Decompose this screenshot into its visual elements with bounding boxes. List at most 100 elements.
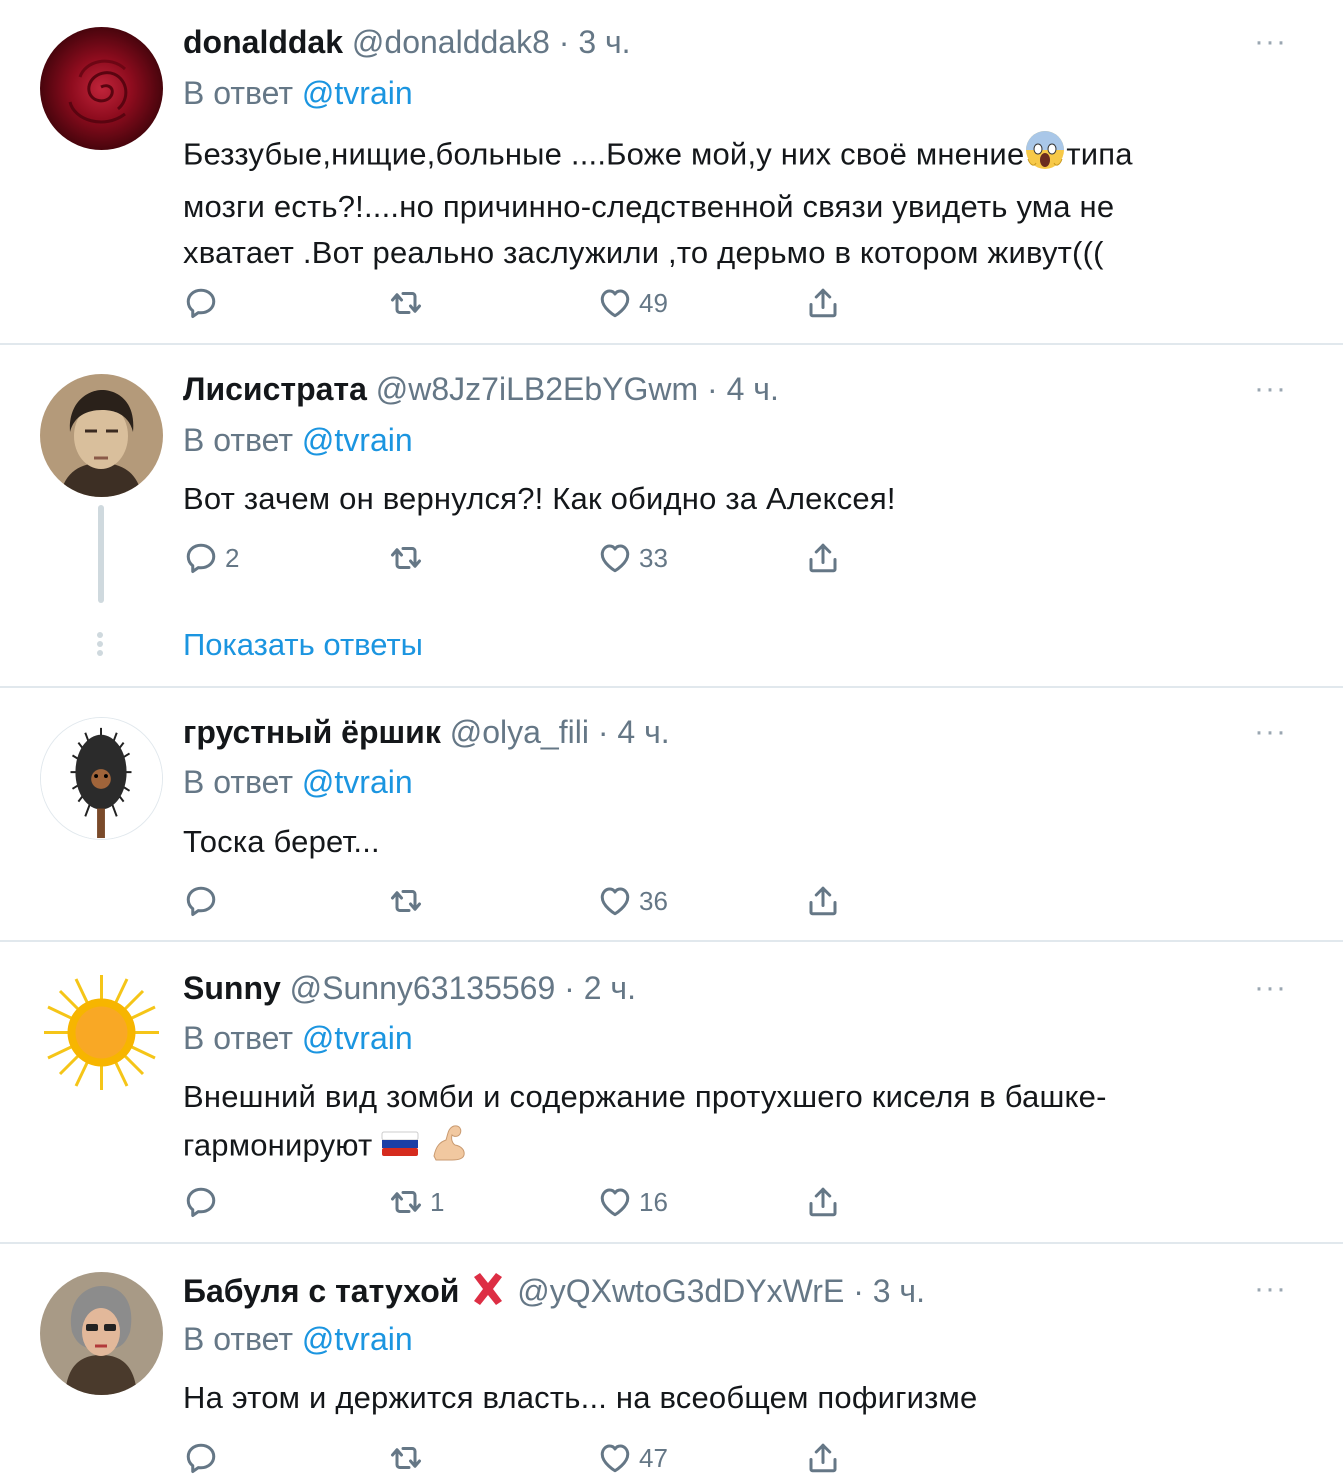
reply-button[interactable]: 2 xyxy=(183,538,239,578)
share-icon xyxy=(805,883,841,919)
share-button[interactable] xyxy=(805,1182,841,1222)
screaming-face-emoji-icon xyxy=(1024,129,1066,184)
tweet-text-line: хватает .Вот реально заслужили ,то дерьм… xyxy=(183,235,1104,270)
more-icon[interactable]: ··· xyxy=(1254,374,1287,404)
tweet-text: На этом и держится власть... на всеобщем… xyxy=(183,1380,978,1415)
tweet[interactable]: Лисистрата @w8Jz7iLB2EbYGwm · 4 ч. ··· В… xyxy=(0,345,1343,688)
reply-button[interactable] xyxy=(183,1438,225,1478)
more-icon[interactable]: ··· xyxy=(1254,973,1287,1003)
like-count: 47 xyxy=(639,1442,668,1473)
display-name[interactable]: Sunny xyxy=(183,970,281,1006)
timestamp[interactable]: 3 ч. xyxy=(578,24,630,60)
more-icon[interactable]: ··· xyxy=(1254,1274,1287,1304)
share-icon xyxy=(805,1184,841,1220)
user-handle[interactable]: @donalddak8 xyxy=(352,24,550,60)
reply-button[interactable] xyxy=(183,1182,225,1222)
more-icon[interactable]: ··· xyxy=(1254,717,1287,747)
russia-flag-emoji-icon xyxy=(381,1125,419,1171)
retweet-icon xyxy=(388,883,424,919)
reply-prefix: В ответ xyxy=(183,1020,294,1056)
separator-dot: · xyxy=(853,1272,864,1309)
display-name[interactable]: donalddak xyxy=(183,24,343,60)
brush-avatar-image xyxy=(41,718,162,839)
share-button[interactable] xyxy=(805,1438,841,1478)
reply-prefix: В ответ xyxy=(183,1321,294,1357)
retweet-button[interactable] xyxy=(388,881,430,921)
reply-mention[interactable]: @tvrain xyxy=(302,1321,413,1357)
like-count: 16 xyxy=(639,1186,668,1217)
share-button[interactable] xyxy=(805,881,841,921)
avatar[interactable] xyxy=(40,27,163,150)
retweet-button[interactable] xyxy=(388,1438,430,1478)
tweet-text: Тоска берет... xyxy=(183,824,380,859)
tweet-actions: 47 xyxy=(183,1438,863,1478)
tweet[interactable]: donalddak @donalddak8 · 3 ч. ··· В ответ… xyxy=(0,0,1343,345)
tweet[interactable]: Бабуля с татухой @yQXwtoG3dDYxWrE · 3 ч.… xyxy=(0,1244,1343,1473)
tweet-text-line: Внешний вид зомби и содержание протухшег… xyxy=(183,1079,1107,1114)
like-count: 33 xyxy=(639,542,668,573)
reply-count: 2 xyxy=(225,542,240,573)
user-handle[interactable]: @Sunny63135569 xyxy=(290,970,556,1006)
tweet-actions: 1 16 xyxy=(183,1182,863,1222)
flexed-biceps-emoji-icon xyxy=(428,1120,470,1175)
timestamp[interactable]: 2 ч. xyxy=(584,970,636,1006)
user-handle[interactable]: @olya_fili xyxy=(450,714,589,750)
display-name[interactable]: Бабуля с татухой xyxy=(183,1273,459,1309)
reply-button[interactable] xyxy=(183,881,225,921)
tweet-text: Внешний вид зомби и содержание протухшег… xyxy=(183,1074,1253,1175)
tweet-text: Беззубые,нищие,больные ....Боже мой,у ни… xyxy=(183,129,1253,276)
more-icon[interactable]: ··· xyxy=(1254,27,1287,57)
like-icon xyxy=(597,1184,633,1220)
display-name[interactable]: Лисистрата xyxy=(183,371,367,407)
retweet-button[interactable] xyxy=(388,283,430,323)
reply-mention[interactable]: @tvrain xyxy=(302,764,413,800)
retweet-button[interactable] xyxy=(388,538,430,578)
tweet-text-line: гармонируют xyxy=(183,1127,373,1163)
timestamp[interactable]: 4 ч. xyxy=(727,371,779,407)
retweet-count: 1 xyxy=(430,1186,445,1217)
avatar[interactable] xyxy=(40,374,163,497)
reply-prefix: В ответ xyxy=(183,75,294,111)
rose-avatar-image xyxy=(40,27,163,150)
timestamp[interactable]: 3 ч. xyxy=(873,1273,925,1309)
timestamp[interactable]: 4 ч. xyxy=(617,714,669,750)
separator-dot: · xyxy=(707,371,718,407)
share-button[interactable] xyxy=(805,538,841,578)
share-button[interactable] xyxy=(805,283,841,323)
separator-dot: · xyxy=(564,970,575,1006)
user-handle[interactable]: @yQXwtoG3dDYxWrE xyxy=(517,1273,844,1309)
reply-button[interactable] xyxy=(183,283,225,323)
like-button[interactable]: 33 xyxy=(597,538,668,578)
reply-mention[interactable]: @tvrain xyxy=(302,1020,413,1056)
reply-mention[interactable]: @tvrain xyxy=(302,75,413,111)
tweet[interactable]: грустный ёршик @olya_fili · 4 ч. ··· В о… xyxy=(0,688,1343,942)
like-button[interactable]: 16 xyxy=(597,1182,668,1222)
display-name[interactable]: грустный ёршик xyxy=(183,714,441,750)
separator-dot: · xyxy=(597,714,609,750)
cross-mark-emoji-icon xyxy=(468,1269,508,1318)
woman-avatar-image xyxy=(40,1272,163,1395)
user-handle[interactable]: @w8Jz7iLB2EbYGwm xyxy=(376,371,698,407)
like-button[interactable]: 49 xyxy=(597,283,668,323)
reply-prefix: В ответ xyxy=(183,764,294,800)
reply-prefix: В ответ xyxy=(183,422,294,458)
avatar[interactable] xyxy=(40,717,163,840)
like-button[interactable]: 36 xyxy=(597,881,668,921)
share-icon xyxy=(805,540,841,576)
show-replies-link[interactable]: Показать ответы xyxy=(183,625,423,665)
like-button[interactable]: 47 xyxy=(597,1438,668,1478)
retweet-icon xyxy=(388,1184,424,1220)
like-count: 49 xyxy=(639,287,668,318)
avatar[interactable] xyxy=(40,1272,163,1395)
tweet-text: Вот зачем он вернулся?! Как обидно за Ал… xyxy=(183,481,896,516)
tweet-text-line: мозги есть?!....но причинно-следственной… xyxy=(183,189,1115,224)
retweet-button[interactable]: 1 xyxy=(388,1182,444,1222)
like-icon xyxy=(597,285,633,321)
tweet[interactable]: Sunny @Sunny63135569 · 2 ч. ··· В ответ … xyxy=(0,942,1343,1244)
separator-dot: · xyxy=(558,24,570,60)
tweet-actions: 49 xyxy=(183,283,863,323)
reply-mention[interactable]: @tvrain xyxy=(302,422,413,458)
avatar[interactable] xyxy=(40,971,163,1094)
portrait-avatar-image xyxy=(40,374,163,497)
reply-icon xyxy=(183,540,219,576)
